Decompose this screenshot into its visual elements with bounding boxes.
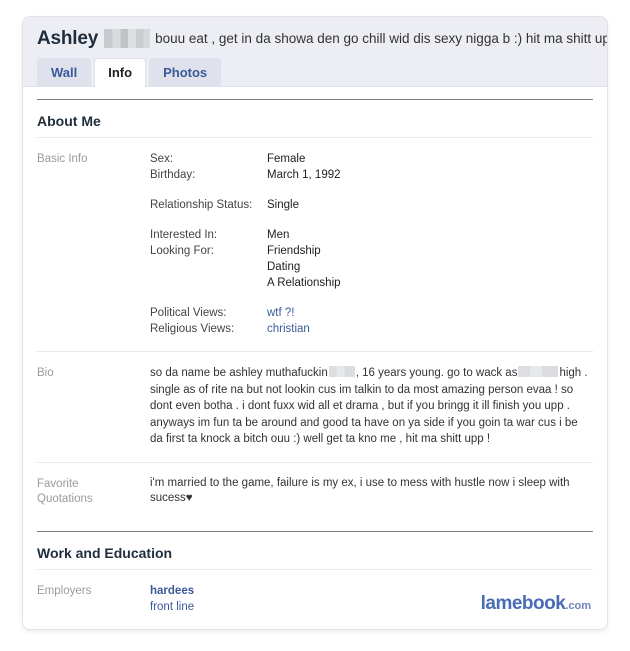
row-label-favorite-quotations-line-1: Favorite <box>37 477 79 490</box>
field-religious-views: Religious Views: christian <box>150 321 593 337</box>
field-relationship-status: Relationship Status: Single <box>150 197 593 213</box>
tab-photos[interactable]: Photos <box>149 58 222 87</box>
row-label-bio: Bio <box>37 367 54 379</box>
field-political-views: Political Views: wtf ?! <box>150 305 593 321</box>
redacted-bio-school <box>518 366 559 377</box>
field-interested-in-value: Men <box>267 229 290 241</box>
bio-text-part-1: so da name be ashley muthafuckin <box>150 367 328 379</box>
watermark-brand: lamebook <box>480 593 566 614</box>
row-label-basic-info: Basic Info <box>37 153 88 165</box>
field-looking-for-value-3: A Relationship <box>267 277 341 289</box>
row-label-employers: Employers <box>37 584 92 597</box>
section-heading-about-me: About Me <box>37 99 593 138</box>
row-favorite-quotations: Favorite Quotations i'm married to the g… <box>37 463 593 521</box>
field-sex: Sex: Female <box>150 151 593 167</box>
field-sex-value: Female <box>267 153 306 165</box>
row-bio: Bio so da name be ashley muthafuckin , 16… <box>37 352 593 463</box>
field-looking-for-value: Friendship <box>267 245 321 257</box>
field-relationship-status-label: Relationship Status: <box>150 199 253 211</box>
row-label-favorite-quotations: Favorite Quotations <box>37 476 150 507</box>
lamebook-watermark: lamebook.com <box>481 593 591 615</box>
favorite-quotations-text: i'm married to the game, failure is my e… <box>150 476 570 504</box>
watermark-tld: .com <box>565 600 591 612</box>
profile-card: Ashley bouu eat , get in da showa den go … <box>22 16 608 630</box>
redacted-bio-name <box>328 366 355 377</box>
field-interested-in-label: Interested In: <box>150 229 218 241</box>
profile-name: Ashley <box>37 29 99 49</box>
field-looking-for-value-2: Dating <box>267 261 301 273</box>
field-sex-label: Sex: <box>150 153 174 165</box>
field-birthday: Birthday: March 1, 1992 <box>150 167 593 183</box>
profile-tabs: Wall Info Photos <box>37 58 224 87</box>
field-looking-for-label: Looking For: <box>150 245 214 257</box>
row-label-favorite-quotations-line-2: Quotations <box>37 492 93 505</box>
status-text: bouu eat , get in da showa den go chill … <box>155 31 607 46</box>
profile-body: About Me Basic Info Sex: Female Birthday… <box>23 99 607 629</box>
profile-header: Ashley bouu eat , get in da showa den go … <box>23 17 607 87</box>
field-religious-views-label: Religious Views: <box>150 323 235 335</box>
field-looking-for: Looking For: Friendship <box>150 243 593 259</box>
tab-info[interactable]: Info <box>94 58 147 87</box>
bio-text: so da name be ashley muthafuckin , 16 yea… <box>150 365 593 448</box>
basic-info-fields: Sex: Female Birthday: March 1, 1992 Rela… <box>150 151 593 337</box>
section-heading-work-and-education: Work and Education <box>37 530 593 570</box>
field-political-views-label: Political Views: <box>150 307 227 319</box>
bio-text-part-2: , 16 years young. go to wack as <box>355 367 518 379</box>
field-birthday-value: March 1, 1992 <box>267 169 341 181</box>
field-interested-in: Interested In: Men <box>150 227 593 243</box>
field-religious-views-value[interactable]: christian <box>267 321 310 337</box>
redacted-last-name <box>104 29 151 48</box>
field-political-views-value[interactable]: wtf ?! <box>267 305 294 321</box>
field-birthday-label: Birthday: <box>150 169 196 181</box>
name-and-status-line: Ashley bouu eat , get in da showa den go … <box>23 29 607 51</box>
row-basic-info: Basic Info Sex: Female Birthday: March 1… <box>37 138 593 352</box>
tab-wall[interactable]: Wall <box>37 58 92 87</box>
field-relationship-status-value: Single <box>267 199 299 211</box>
